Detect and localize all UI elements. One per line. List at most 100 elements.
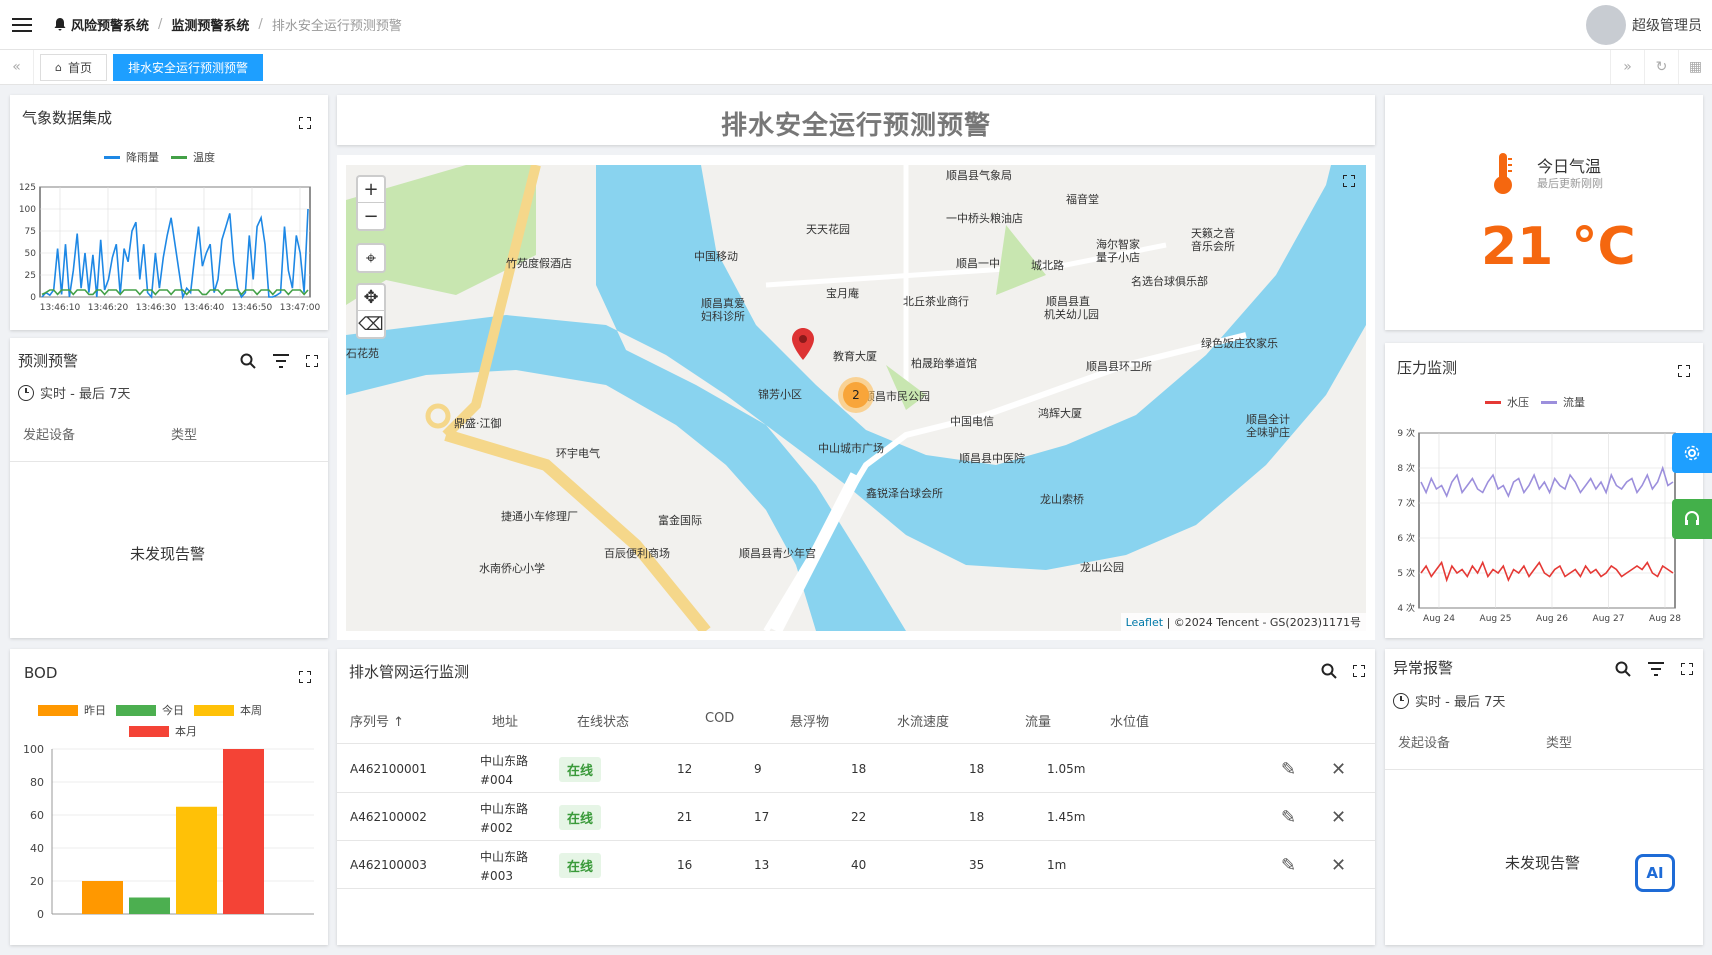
marker-icon[interactable]: ⌖ [358,245,384,271]
legend-swatch [1485,400,1501,404]
map-label: 城北路 [1031,259,1064,272]
breadcrumb-item-monitor[interactable]: 监测预警系统 [171,15,249,34]
table-row[interactable]: A462100003 中山东路 #003 在线 16 13 40 35 1m ✎ ✕ [337,841,1375,889]
search-icon[interactable] [1615,661,1631,677]
edit-icon[interactable]: ✎ [1281,745,1296,793]
zoom-in-button[interactable]: + [358,177,384,203]
close-icon[interactable]: ✕ [1331,841,1346,889]
cell-flow: 18 [969,810,985,824]
table-row[interactable]: A462100002 中山东路 #002 在线 21 17 22 18 1.45m ✎ ✕ [337,793,1375,841]
column-device[interactable]: 发起设备 [23,424,75,443]
ai-assistant-icon[interactable]: AI [1635,854,1675,892]
refresh-icon[interactable]: ↻ [1644,50,1678,84]
map-view[interactable]: + − ⌖ ✥ ⌫ 顺昌县气象局 福音堂 一中桥头粮油店 天天花园 海尔智家 量子小店 天籁… [346,165,1366,631]
empty-message: 未发现告警 [130,545,206,563]
user-menu[interactable]: 超级管理员 [1586,5,1702,45]
column-type[interactable]: 类型 [171,424,197,443]
move-icon[interactable]: ✥ [358,285,384,311]
legend-swatch [194,704,234,716]
breadcrumb-item-risk[interactable]: 风险预警系统 [71,15,149,34]
user-name[interactable]: 超级管理员 [1632,15,1702,35]
map-label: 富金国际 [658,514,702,527]
column-ss[interactable]: 悬浮物 [790,711,829,730]
map-label: 北丘茶业商行 [903,295,969,308]
bod-card: BOD 昨日 今日 本周 本月 100 80 60 40 20 0 [10,649,328,945]
map-label: 柏晟跆拳道馆 [911,357,977,370]
column-speed[interactable]: 水流速度 [897,711,949,730]
cell-speed: 22 [851,810,867,824]
filter-icon[interactable] [1648,662,1664,676]
legend-swatch [129,725,169,737]
bar [129,897,170,914]
fullscreen-icon[interactable] [1681,663,1693,675]
cell-ss: 9 [754,762,762,776]
support-float-button[interactable] [1672,499,1712,539]
tab-bar: « ⌂ 首页 排水安全运行预测预警 » ↻ ▦ [0,50,1712,85]
time-range[interactable]: 实时 - 最后 7天 [40,383,130,402]
column-level[interactable]: 水位值 [1110,711,1149,730]
map-label: 水南侨心小学 [479,562,545,575]
fullscreen-icon[interactable] [299,671,311,683]
search-icon[interactable] [240,353,256,369]
pipe-monitor-card: 排水管网运行监测 序列号 ↑ 地址 在线状态 COD 悬浮物 水流速度 流量 水… [337,649,1375,945]
cell-ss: 17 [754,810,770,824]
edit-icon[interactable]: ✎ [1281,841,1296,889]
leaflet-link[interactable]: Leaflet [1126,616,1163,629]
eraser-icon[interactable]: ⌫ [358,311,384,337]
table-row[interactable]: A462100001 中山东路 #004 在线 12 9 18 18 1.05m ✎ ✕ [337,745,1375,793]
close-icon[interactable]: ✕ [1331,745,1346,793]
clock-icon [1393,692,1409,709]
fullscreen-icon[interactable] [1353,665,1365,677]
cell-cod: 21 [677,810,693,824]
column-id[interactable]: 序列号 ↑ [350,711,404,730]
map-label: 锦芳小区 [758,388,802,401]
column-status[interactable]: 在线状态 [577,711,629,730]
legend-label: 昨日 [84,704,106,717]
map-label: 顺昌县青少年宫 [739,547,816,560]
zoom-out-button[interactable]: − [358,203,384,229]
card-title: 排水管网运行监测 [349,663,470,681]
map-label: 龙山索桥 [1040,493,1084,506]
tab-drainage-warning[interactable]: 排水安全运行预测预警 [113,53,264,81]
scroll-right-icon[interactable]: » [1610,50,1644,84]
tab-home[interactable]: ⌂ 首页 [40,53,107,81]
legend-label: 降雨量 [126,151,159,164]
temp-value: 21 °C [1481,217,1636,277]
time-range[interactable]: 实时 - 最后 7天 [1415,691,1505,710]
grid-icon[interactable]: ▦ [1678,50,1712,84]
avatar[interactable] [1586,5,1626,45]
fullscreen-icon[interactable] [299,117,311,129]
fullscreen-icon[interactable] [306,355,318,367]
cell-id: A462100002 [350,810,427,824]
close-icon[interactable]: ✕ [1331,793,1346,841]
settings-float-button[interactable] [1672,433,1712,473]
map-label: 中山城市广场 [818,442,884,455]
column-address[interactable]: 地址 [492,711,518,730]
y-tick-label: 5 次 [1397,567,1415,579]
edit-icon[interactable]: ✎ [1281,793,1296,841]
map-card: + − ⌖ ✥ ⌫ 顺昌县气象局 福音堂 一中桥头粮油店 天天花园 海尔智家 量子小店 天籁… [337,155,1375,640]
column-flow[interactable]: 流量 [1025,711,1051,730]
column-type[interactable]: 类型 [1546,732,1572,751]
x-tick-label: Aug 28 [1649,614,1681,624]
filter-icon[interactable] [273,354,289,368]
map-cluster[interactable]: 2 [838,377,874,413]
breadcrumb: 风险预警系统 / 监测预警系统 / 排水安全运行预测预警 [54,15,402,34]
column-device[interactable]: 发起设备 [1398,732,1450,751]
column-cod[interactable]: COD [705,711,734,726]
fullscreen-icon[interactable] [1678,365,1690,377]
map-marker-icon[interactable] [792,328,814,360]
map-label: 鑫锐泽台球会所 [866,487,943,500]
alarm-card: 异常报警 实时 - 最后 7天 发起设备 类型 未发现告警 AI [1385,649,1703,945]
map-fullscreen-icon[interactable] [1343,175,1355,187]
map-title-card: 排水安全运行预测预警 [337,95,1375,145]
map-label: 中国电信 [950,415,994,428]
map-label: 顺昌县环卫所 [1086,360,1152,373]
search-icon[interactable] [1321,663,1337,679]
menu-icon[interactable] [12,17,32,32]
scroll-left-icon[interactable]: « [0,50,34,84]
empty-message: 未发现告警 [1505,854,1581,872]
cell-status: 在线 [559,745,602,793]
home-icon: ⌂ [55,60,62,74]
cell-cod: 16 [677,858,693,872]
